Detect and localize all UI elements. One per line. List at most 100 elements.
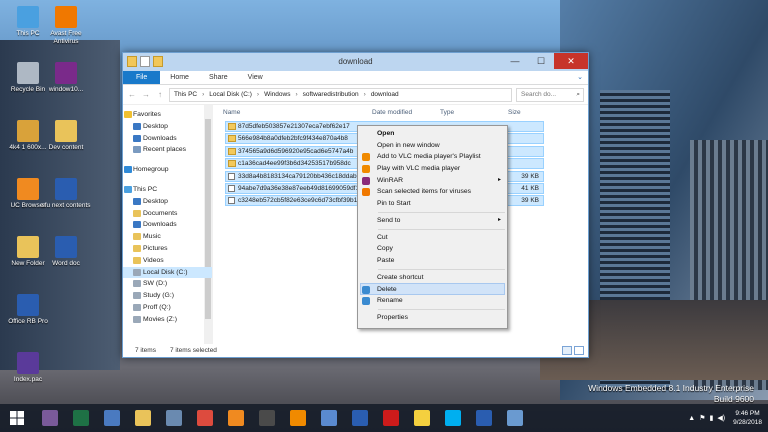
volume-icon[interactable]: ◀) (717, 414, 725, 422)
address-bar[interactable]: This PC › Local Disk (C:) › Windows › softw… (169, 87, 512, 102)
menu-item-send-to[interactable]: Send to ▸ (358, 215, 507, 227)
nav-item[interactable]: Videos (123, 255, 212, 267)
taskbar-app-calculator[interactable] (251, 404, 282, 432)
breadcrumb-softwaredistribution[interactable]: softwaredistribution (303, 91, 359, 98)
column-date-modified[interactable]: Date modified (362, 109, 430, 116)
desktop-icon[interactable]: Avast Free Antivirus (38, 6, 94, 46)
show-hidden-icons-icon[interactable]: ▲ (688, 415, 695, 422)
menu-item-open[interactable]: Open (358, 128, 507, 140)
menu-item-copy[interactable]: Copy (358, 243, 507, 255)
taskbar-app-excel[interactable] (65, 404, 96, 432)
menu-item-paste[interactable]: Paste (358, 255, 507, 267)
taskbar-app-uc-browser[interactable] (220, 404, 251, 432)
nav-item[interactable]: Desktop (123, 121, 212, 133)
paint-icon (506, 410, 523, 426)
network-icon[interactable]: ▮ (710, 414, 714, 422)
desktop-icon[interactable]: sfu next contents (38, 178, 94, 210)
tab-home[interactable]: Home (160, 71, 199, 84)
desktop-icon[interactable]: Dev content (38, 120, 94, 152)
nav-item[interactable]: Favorites (123, 109, 212, 121)
desktop-icon[interactable]: Office RB Pro (0, 294, 56, 326)
desktop-icon[interactable]: Index.pac (0, 352, 56, 384)
search-icon[interactable]: ⌕ (576, 89, 580, 101)
taskbar-app-opera[interactable] (375, 404, 406, 432)
taskbar-app-notes[interactable] (313, 404, 344, 432)
nav-item[interactable]: Documents (123, 208, 212, 220)
clock[interactable]: 9:46 PM 9/28/2018 (733, 409, 762, 427)
menu-item-scan-selected-items-for-viruses[interactable]: Scan selected items for viruses (358, 186, 507, 198)
nav-item-label: Downloads (143, 221, 177, 229)
menu-item-create-shortcut[interactable]: Create shortcut (358, 272, 507, 284)
nav-item[interactable]: Pictures (123, 243, 212, 255)
taskbar-app-app-blue[interactable] (344, 404, 375, 432)
taskbar-app-chrome[interactable] (189, 404, 220, 432)
taskbar-app-word[interactable] (468, 404, 499, 432)
taskbar-app-tools[interactable] (158, 404, 189, 432)
nav-item[interactable]: Desktop (123, 196, 212, 208)
nav-item[interactable]: Downloads (123, 133, 212, 145)
expand-ribbon-icon[interactable]: ⌄ (572, 71, 588, 84)
tab-share[interactable]: Share (199, 71, 238, 84)
desktop-icon[interactable]: Word doc (38, 236, 94, 268)
tab-file[interactable]: File (123, 71, 161, 84)
breadcrumb-download[interactable]: download (371, 91, 399, 98)
maximize-button[interactable]: ☐ (528, 53, 554, 69)
large-icons-view-icon[interactable] (574, 346, 584, 355)
up-button[interactable]: ↑ (155, 90, 165, 99)
tab-view[interactable]: View (238, 71, 273, 84)
menu-item-properties[interactable]: Properties (358, 312, 507, 324)
taskbar-app-vlc[interactable] (282, 404, 313, 432)
menu-item-label: Add to VLC media player's Playlist (377, 153, 481, 161)
nav-item[interactable]: Downloads (123, 219, 212, 231)
menu-item-open-in-new-window[interactable]: Open in new window (358, 140, 507, 152)
details-view-icon[interactable] (562, 346, 572, 355)
nav-item[interactable]: Study (G:) (123, 290, 212, 302)
minimize-button[interactable]: — (502, 53, 528, 69)
taskbar-app-file-explorer[interactable] (127, 404, 158, 432)
breadcrumb-this-pc[interactable]: This PC (174, 91, 197, 98)
action-center-flag-icon[interactable]: ⚑ (699, 414, 705, 422)
app-icon (17, 120, 39, 142)
forward-button[interactable]: → (141, 90, 151, 99)
column-name[interactable]: Name (213, 109, 362, 116)
column-size[interactable]: Size (498, 109, 538, 116)
nav-item[interactable]: Movies (Z:) (123, 314, 212, 326)
file-explorer-icon (134, 410, 151, 426)
search-input[interactable]: Search do... ⌕ (516, 87, 584, 102)
menu-item-play-with-vlc-media-player[interactable]: Play with VLC media player (358, 163, 507, 175)
taskbar-app-display[interactable] (96, 404, 127, 432)
taskbar-app-sticky[interactable] (406, 404, 437, 432)
search-placeholder: Search do... (521, 90, 557, 98)
nav-item-label: Videos (143, 256, 164, 264)
opera-icon (382, 410, 399, 426)
menu-item-cut[interactable]: Cut (358, 232, 507, 244)
nav-item[interactable]: Music (123, 231, 212, 243)
nav-item[interactable]: SW (D:) (123, 278, 212, 290)
taskbar-app-skype[interactable] (437, 404, 468, 432)
menu-item-label: Pin to Start (377, 200, 411, 208)
breadcrumb-local-disk[interactable]: Local Disk (C:) (209, 91, 252, 98)
menu-item-rename[interactable]: Rename (358, 295, 507, 307)
title-bar[interactable]: download — ☐ ✕ (123, 53, 588, 71)
menu-item-winrar[interactable]: WinRAR ▸ (358, 175, 507, 187)
close-button[interactable]: ✕ (554, 53, 588, 69)
breadcrumb-windows[interactable]: Windows (264, 91, 290, 98)
menu-item-icon (362, 165, 370, 174)
nav-item[interactable]: Proff (Q:) (123, 302, 212, 314)
back-button[interactable]: ← (127, 90, 137, 99)
nav-item[interactable]: Recent places (123, 144, 212, 156)
column-type[interactable]: Type (430, 109, 498, 116)
nav-item[interactable]: Homegroup (123, 164, 212, 176)
start-button[interactable] (0, 404, 34, 432)
nav-item[interactable]: This PC (123, 184, 212, 196)
menu-item-label: Create shortcut (377, 273, 424, 281)
taskbar-app-paint[interactable] (499, 404, 530, 432)
desktop-icon[interactable]: window10... (38, 62, 94, 94)
notes-icon (320, 410, 337, 426)
taskbar-app-chrome-alt[interactable] (34, 404, 65, 432)
menu-item-delete[interactable]: Delete (360, 283, 505, 295)
nav-item-label: Documents (143, 209, 178, 217)
menu-item-pin-to-start[interactable]: Pin to Start (358, 198, 507, 210)
menu-item-add-to-vlc-media-player-s-playlist[interactable]: Add to VLC media player's Playlist (358, 151, 507, 163)
nav-item[interactable]: Local Disk (C:) (123, 266, 212, 279)
